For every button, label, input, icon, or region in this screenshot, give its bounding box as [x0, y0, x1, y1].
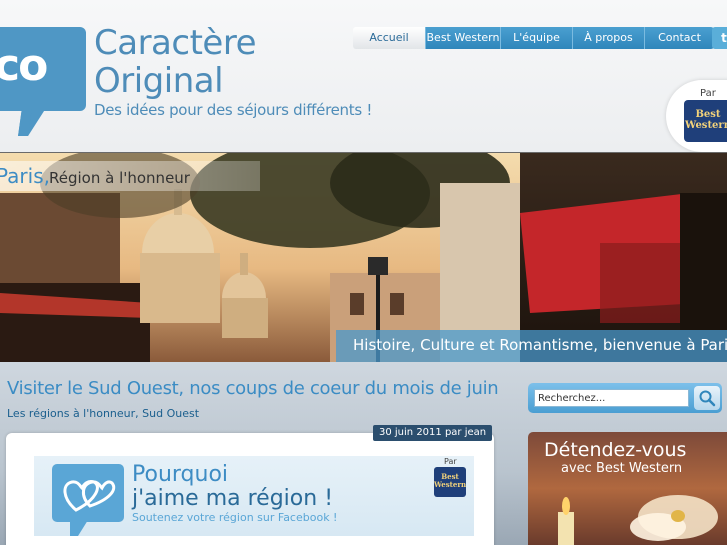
- twitter-icon[interactable]: t: [712, 27, 727, 49]
- hearts-icon: [63, 480, 116, 512]
- site-header: co Caractère Original Des idées pour des…: [0, 0, 727, 152]
- relax-promo-line2: avec Best Western: [561, 461, 683, 476]
- promo-line3: Soutenez votre région sur Facebook !: [132, 511, 338, 524]
- nav-item-best-western[interactable]: Best Western: [425, 27, 500, 49]
- nav-item-a-propos[interactable]: À propos: [572, 27, 644, 49]
- best-western-logo-line1: Best: [695, 109, 721, 120]
- nav-item-contact[interactable]: Contact: [644, 27, 714, 49]
- search-button[interactable]: [694, 386, 720, 410]
- sponsor-par-label: Par: [700, 88, 716, 99]
- nav-item-accueil[interactable]: Accueil: [353, 27, 425, 49]
- logo-mark[interactable]: co: [0, 36, 74, 96]
- post-title-link[interactable]: Visiter le Sud Ouest, nos coups de coeur…: [7, 377, 499, 401]
- post-date-badge: 30 juin 2011 par jean: [373, 425, 493, 441]
- banner-city: Paris,: [0, 164, 50, 188]
- hero-banner[interactable]: Paris, Région à l'honneur Histoire, Cult…: [0, 152, 727, 362]
- best-western-logo-line2: Western: [685, 120, 727, 131]
- logo-name-line1[interactable]: Caractère: [94, 23, 256, 63]
- search-input[interactable]: [534, 389, 689, 407]
- main-nav: Accueil Best Western L'équipe À propos C…: [353, 27, 714, 49]
- promo-line2: j'aime ma région !: [132, 486, 334, 511]
- promo-bw-line2: Western: [434, 480, 467, 489]
- post-categories[interactable]: Les régions à l'honneur, Sud Ouest: [7, 406, 199, 422]
- banner-subtitle: Région à l'honneur: [49, 169, 190, 187]
- banner-caption[interactable]: Histoire, Culture et Romantisme, bienven…: [353, 334, 727, 356]
- search-icon: [699, 390, 716, 407]
- best-western-logo[interactable]: Best Western: [684, 100, 727, 142]
- promo-best-western-logo: Best Western: [434, 467, 466, 497]
- site-tagline: Des idées pour des séjours différents !: [94, 101, 373, 119]
- nav-item-equipe[interactable]: L'équipe: [500, 27, 572, 49]
- promo-par-label: Par: [444, 457, 457, 466]
- logo-bubble-tail: [18, 108, 46, 136]
- logo-name-line2[interactable]: Original: [94, 61, 224, 101]
- promo-bubble-tail: [70, 520, 88, 536]
